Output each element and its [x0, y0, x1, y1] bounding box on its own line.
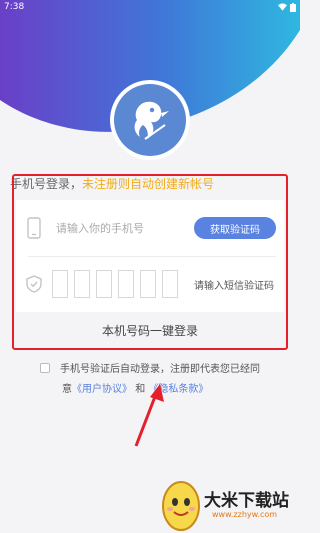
- arrow-annotation-icon: [134, 384, 164, 447]
- agreement-text-prefix: 意: [62, 384, 72, 395]
- user-agreement-link[interactable]: 《用户协议》: [72, 384, 132, 395]
- agreement-text-line1: 手机号验证后自动登录，注册即代表您已经同: [60, 364, 260, 375]
- annotation-highlight-box: [12, 174, 288, 350]
- watermark-title: 大米下载站: [204, 491, 289, 511]
- agreement-checkbox[interactable]: [40, 363, 50, 373]
- egg-mascot-icon: [162, 481, 200, 531]
- watermark-url: www.zzhyw.com: [212, 510, 278, 519]
- status-bar: 7:38: [0, 0, 300, 14]
- status-time: 7:38: [4, 2, 25, 12]
- watermark: 大米下载站 www.zzhyw.com: [158, 476, 300, 533]
- logo-bird-icon: [134, 101, 169, 140]
- app-logo: [114, 84, 186, 156]
- wifi-icon: [278, 3, 287, 11]
- battery-icon: [290, 2, 296, 12]
